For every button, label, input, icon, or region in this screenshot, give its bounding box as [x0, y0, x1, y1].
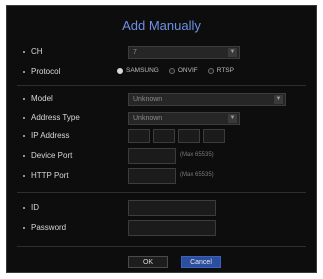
radio-selected-icon — [117, 67, 123, 74]
device-port-label: Device Port — [31, 151, 73, 160]
ch-select[interactable]: 7 ▼ — [128, 46, 240, 59]
protocol-option-label: ONVIF — [177, 67, 198, 74]
bullet-icon — [23, 206, 25, 209]
bullet-icon — [23, 226, 25, 229]
address-type-row: Address Type Unknown ▼ — [7, 110, 316, 126]
id-label: ID — [31, 203, 39, 212]
ch-label: CH — [31, 47, 43, 56]
device-port-hint: (Max 65535) — [180, 152, 214, 158]
http-port-hint: (Max 65535) — [180, 172, 214, 178]
password-row: Password — [7, 220, 316, 236]
model-select[interactable]: Unknown ▼ — [128, 93, 286, 106]
ip-address-label: IP Address — [31, 131, 70, 140]
protocol-label: Protocol — [31, 67, 61, 76]
ok-button[interactable]: OK — [128, 256, 168, 268]
chevron-down-icon: ▼ — [228, 48, 237, 57]
id-row: ID — [7, 200, 316, 216]
bullet-icon — [23, 134, 25, 137]
device-port-row: Device Port (Max 65535) — [7, 148, 316, 164]
ip-address-row: IP Address — [7, 128, 316, 144]
divider — [17, 85, 306, 86]
bullet-icon — [23, 70, 25, 73]
ip-octet-3-input[interactable] — [178, 129, 200, 143]
address-type-select[interactable]: Unknown ▼ — [128, 112, 240, 125]
ip-octet-1-input[interactable] — [128, 129, 150, 143]
ch-row: CH 7 ▼ — [7, 44, 316, 60]
id-input[interactable] — [128, 200, 216, 216]
protocol-radio-group: SAMSUNG ONVIF RTSP — [117, 67, 234, 74]
http-port-label: HTTP Port — [31, 171, 69, 180]
protocol-row: Protocol SAMSUNG ONVIF RTSP — [7, 64, 316, 80]
dialog-title: Add Manually — [122, 18, 201, 33]
password-input[interactable] — [128, 220, 216, 236]
address-type-value: Unknown — [133, 115, 163, 122]
password-label: Password — [31, 223, 67, 232]
http-port-row: HTTP Port (Max 65535) — [7, 168, 316, 184]
protocol-option-label: SAMSUNG — [126, 67, 159, 74]
ip-octet-2-input[interactable] — [153, 129, 175, 143]
ip-octet-4-input[interactable] — [203, 129, 225, 143]
protocol-option-rtsp[interactable]: RTSP — [207, 67, 234, 74]
divider — [17, 192, 306, 193]
cancel-button[interactable]: Cancel — [181, 256, 221, 268]
bullet-icon — [23, 50, 25, 53]
bullet-icon — [23, 97, 25, 100]
protocol-option-label: RTSP — [216, 67, 234, 74]
chevron-down-icon: ▼ — [274, 95, 283, 104]
model-row: Model Unknown ▼ — [7, 91, 316, 107]
chevron-down-icon: ▼ — [228, 114, 237, 123]
divider — [17, 246, 306, 247]
radio-unselected-icon — [207, 67, 214, 74]
protocol-option-samsung[interactable]: SAMSUNG — [117, 67, 159, 74]
protocol-option-onvif[interactable]: ONVIF — [168, 67, 198, 74]
device-port-input[interactable] — [128, 148, 176, 164]
address-type-label: Address Type — [31, 113, 80, 122]
model-value: Unknown — [133, 96, 163, 103]
bullet-icon — [23, 116, 25, 119]
http-port-input[interactable] — [128, 168, 176, 184]
ch-value: 7 — [133, 49, 137, 56]
radio-unselected-icon — [168, 67, 175, 74]
add-manually-dialog: Add Manually CH 7 ▼ Protocol SAMSUNG ONV… — [6, 5, 317, 273]
model-label: Model — [31, 94, 53, 103]
bullet-icon — [23, 154, 25, 157]
bullet-icon — [23, 174, 25, 177]
